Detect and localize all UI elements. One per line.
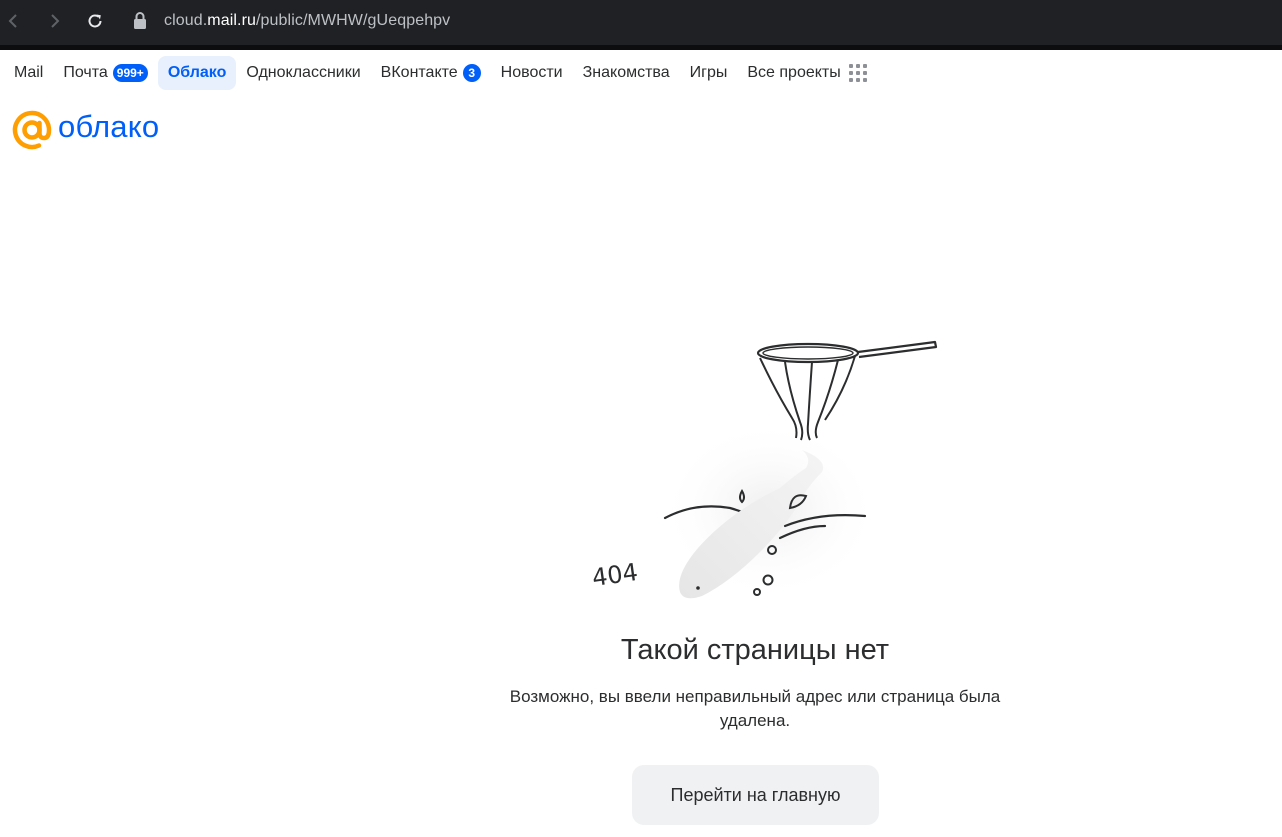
portal-item-pochta[interactable]: Почта 999+: [53, 56, 157, 90]
portal-item-label: Игры: [689, 64, 728, 81]
portal-item-label: Все проекты: [747, 64, 841, 81]
portal-item-odnoklassniki[interactable]: Одноклассники: [236, 56, 370, 90]
portal-item-label: Mail: [14, 64, 44, 81]
portal-item-znakomstva[interactable]: Знакомства: [573, 56, 680, 90]
back-button[interactable]: [0, 8, 26, 34]
error-code-label: 404: [590, 558, 639, 592]
portal-item-label: Почта: [63, 64, 108, 81]
reload-button[interactable]: [82, 8, 108, 34]
portal-item-oblako[interactable]: Облако: [157, 56, 237, 90]
go-home-button[interactable]: Перейти на главную: [632, 765, 879, 825]
logo-text: облако: [58, 109, 160, 144]
oblako-logo[interactable]: облако: [12, 108, 159, 152]
url-prefix: cloud.: [164, 12, 208, 29]
at-sign-icon: [12, 110, 52, 150]
error-title: Такой страницы нет: [620, 634, 890, 666]
reload-icon: [88, 14, 102, 28]
error-description: Возможно, вы ввели неправильный адрес ил…: [509, 687, 1001, 730]
portal-item-novosti[interactable]: Новости: [491, 56, 573, 90]
lock-icon[interactable]: [132, 11, 148, 31]
chevron-left-icon: [8, 14, 17, 28]
portal-item-mail[interactable]: Mail: [4, 56, 53, 90]
portal-item-label: Одноклассники: [246, 64, 361, 81]
portal-item-label: Новости: [500, 64, 563, 81]
unread-count-badge: 999+: [112, 64, 148, 82]
fish-net-404-illustration: 404: [590, 340, 938, 600]
portal-nav: Mail Почта 999+ Облако Одноклассники ВКон…: [0, 50, 1282, 96]
portal-item-all-projects[interactable]: Все проекты: [737, 56, 840, 90]
browser-toolbar: cloud.mail.ru/public/MWHW/gUeqpehpv: [0, 0, 1282, 50]
portal-item-label: ВКонтакте: [380, 64, 458, 81]
apps-grid-icon[interactable]: [848, 64, 867, 82]
address-bar[interactable]: cloud.mail.ru/public/MWHW/gUeqpehpv: [164, 12, 450, 30]
portal-item-label: Знакомства: [582, 64, 670, 81]
notification-count-badge: 3: [462, 64, 481, 82]
url-path: /public/MWHW/gUeqpehpv: [256, 12, 451, 29]
portal-item-igry[interactable]: Игры: [680, 56, 738, 90]
portal-item-label: Облако: [167, 64, 227, 81]
forward-button[interactable]: [42, 8, 68, 34]
chevron-right-icon: [51, 14, 60, 28]
url-domain: mail.ru: [207, 12, 257, 29]
portal-item-vkontakte[interactable]: ВКонтакте 3: [371, 56, 491, 90]
